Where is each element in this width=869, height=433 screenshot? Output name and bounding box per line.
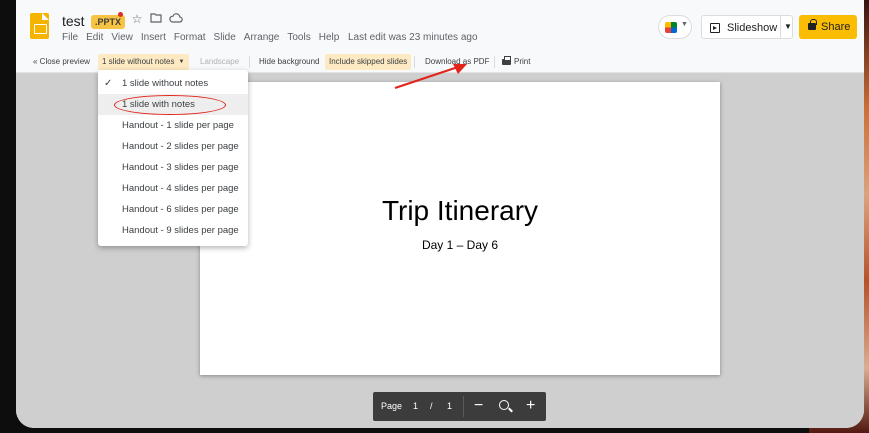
hide-background-button[interactable]: Hide background xyxy=(255,54,323,70)
menu-help[interactable]: Help xyxy=(319,32,340,43)
slides-window: test .PPTX ☆ File Edit View Insert Forma… xyxy=(16,0,864,428)
landscape-button[interactable]: Landscape xyxy=(196,54,243,70)
pager-divider xyxy=(463,396,464,417)
option-label: Handout - 4 slides per page xyxy=(122,183,239,194)
dropdown-option-handout-4[interactable]: Handout - 4 slides per page xyxy=(98,178,248,199)
annotation-circle xyxy=(114,95,226,115)
cloud-status-icon[interactable] xyxy=(169,12,183,26)
slideshow-label: Slideshow xyxy=(727,22,778,34)
option-label: Handout - 9 slides per page xyxy=(122,225,239,236)
toolbar-divider xyxy=(494,56,495,68)
print-label: Print xyxy=(514,57,531,66)
dropdown-option-handout-6[interactable]: Handout - 6 slides per page xyxy=(98,199,248,220)
zoom-out-button[interactable]: − xyxy=(474,396,483,416)
divider xyxy=(780,16,781,38)
menu-arrange[interactable]: Arrange xyxy=(244,32,280,43)
slides-logo-icon[interactable] xyxy=(30,13,49,39)
slideshow-options-chevron-icon[interactable]: ▼ xyxy=(784,22,792,31)
slide-preview: Trip Itinerary Day 1 – Day 6 xyxy=(200,82,720,375)
share-button[interactable]: Share xyxy=(799,15,857,39)
page-label: Page xyxy=(381,401,403,411)
chevron-down-icon: ▼ xyxy=(681,21,688,28)
notification-dot xyxy=(118,12,123,17)
option-label: 1 slide without notes xyxy=(122,78,209,89)
dropdown-option-1-slide-without-notes[interactable]: ✓ 1 slide without notes xyxy=(98,73,248,94)
format-badge: .PPTX xyxy=(91,15,126,29)
menu-file[interactable]: File xyxy=(62,32,78,43)
doc-title[interactable]: test xyxy=(62,13,85,29)
page-separator: / xyxy=(430,401,433,411)
dropdown-option-handout-9[interactable]: Handout - 9 slides per page xyxy=(98,220,248,241)
dropdown-option-handout-2[interactable]: Handout - 2 slides per page xyxy=(98,136,248,157)
layout-select[interactable]: 1 slide without notes ▼ xyxy=(98,54,189,70)
menu-view[interactable]: View xyxy=(111,32,133,43)
play-slideshow-icon xyxy=(710,23,720,33)
slide-subtitle: Day 1 – Day 6 xyxy=(421,238,499,252)
check-icon: ✓ xyxy=(104,78,113,89)
meet-icon xyxy=(665,22,677,33)
zoom-icon[interactable] xyxy=(499,400,509,410)
lock-icon xyxy=(808,19,817,30)
zoom-in-button[interactable]: + xyxy=(526,396,535,416)
slide-title: Trip Itinerary xyxy=(381,195,539,226)
print-icon xyxy=(502,56,511,65)
page-current[interactable]: 1 xyxy=(413,401,418,411)
page-total: 1 xyxy=(447,401,453,411)
star-icon[interactable]: ☆ xyxy=(130,12,144,26)
toolbar-divider xyxy=(249,56,250,68)
slideshow-button[interactable]: Slideshow ▼ xyxy=(701,15,793,39)
meet-button[interactable]: ▼ xyxy=(658,15,692,39)
move-folder-icon[interactable] xyxy=(149,12,163,26)
menu-bar: File Edit View Insert Format Slide Arran… xyxy=(62,32,347,43)
print-button[interactable]: Print xyxy=(498,54,534,70)
dropdown-option-handout-1[interactable]: Handout - 1 slide per page xyxy=(98,115,248,136)
last-edit-status[interactable]: Last edit was 23 minutes ago xyxy=(348,32,478,43)
menu-insert[interactable]: Insert xyxy=(141,32,166,43)
option-label: Handout - 6 slides per page xyxy=(122,204,239,215)
menu-slide[interactable]: Slide xyxy=(214,32,236,43)
dropdown-option-handout-3[interactable]: Handout - 3 slides per page xyxy=(98,157,248,178)
share-label: Share xyxy=(821,21,851,33)
header: test .PPTX ☆ File Edit View Insert Forma… xyxy=(16,0,864,50)
annotation-arrow-icon xyxy=(394,64,467,90)
option-label: Handout - 3 slides per page xyxy=(122,162,239,173)
option-label: Handout - 2 slides per page xyxy=(122,141,239,152)
close-preview-button[interactable]: « Close preview xyxy=(29,54,94,70)
page-navigator: Page 1 / 1 − + xyxy=(373,392,546,421)
menu-format[interactable]: Format xyxy=(174,32,206,43)
menu-edit[interactable]: Edit xyxy=(86,32,103,43)
layout-select-label: 1 slide without notes xyxy=(102,57,175,66)
option-label: Handout - 1 slide per page xyxy=(122,120,234,131)
menu-tools[interactable]: Tools xyxy=(287,32,310,43)
caret-down-icon: ▼ xyxy=(178,59,185,65)
